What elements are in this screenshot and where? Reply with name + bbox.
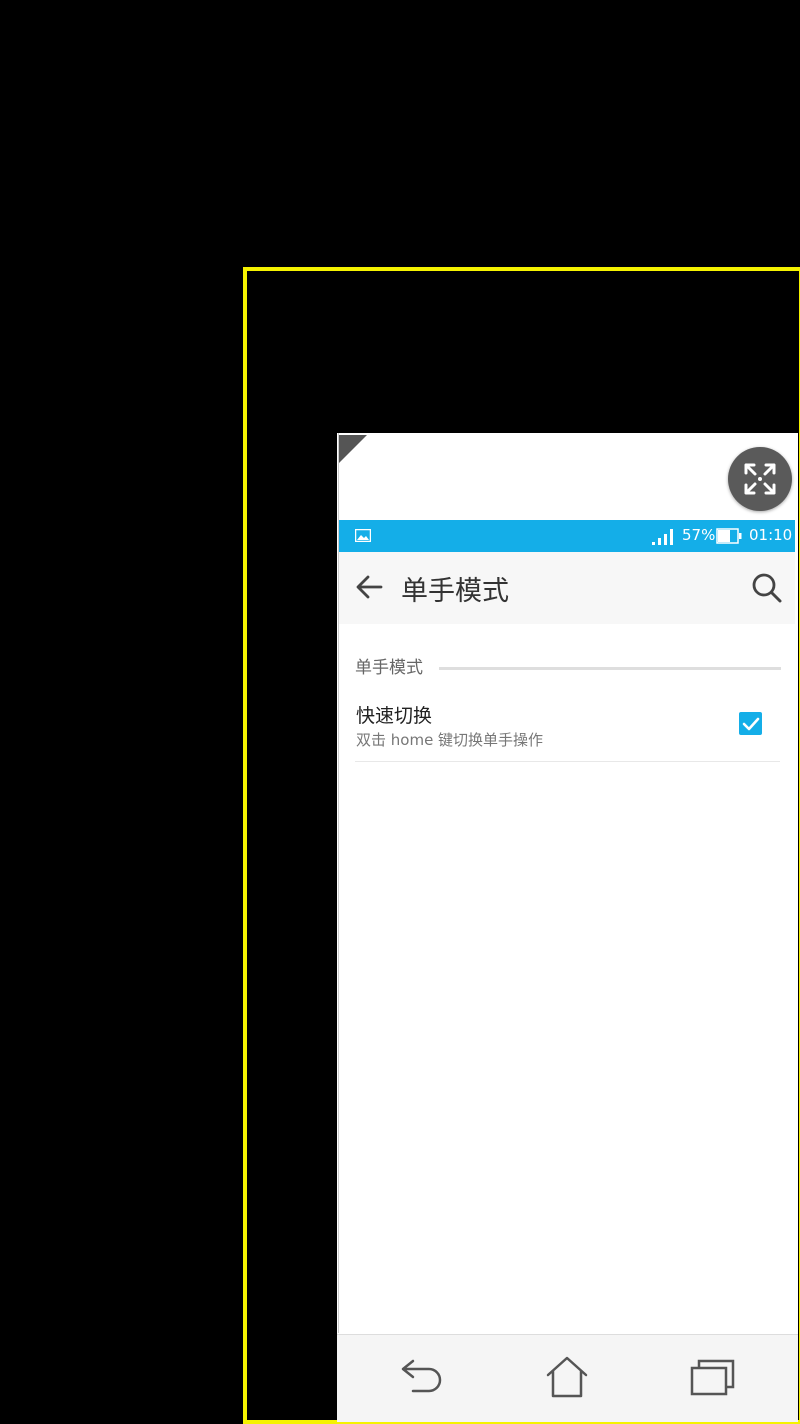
setting-title: 快速切换	[356, 705, 433, 727]
page-title: 单手模式	[401, 576, 509, 607]
clock: 01:10	[749, 526, 793, 544]
section-header: 单手模式	[355, 658, 423, 678]
battery-percentage: 57%	[682, 526, 716, 544]
setting-row-quick-switch[interactable]: 快速切换 双击 home 键切换单手操作	[339, 689, 782, 761]
checkmark-icon	[742, 717, 759, 730]
status-bar: 57% 01:10	[339, 520, 795, 552]
home-icon[interactable]	[544, 1355, 590, 1399]
setting-subtitle: 双击 home 键切换单手操作	[356, 731, 544, 749]
recents-icon[interactable]	[689, 1357, 735, 1397]
signal-icon	[652, 529, 673, 545]
quick-switch-checkbox[interactable]	[739, 712, 762, 735]
expand-button[interactable]	[728, 447, 792, 511]
row-divider	[355, 761, 780, 762]
section-divider	[439, 667, 781, 670]
corner-triangle-icon[interactable]	[339, 435, 367, 463]
back-icon[interactable]	[399, 1355, 445, 1399]
expand-arrows-icon	[744, 463, 776, 495]
image-notification-icon	[355, 529, 371, 542]
app-bar: 单手模式	[339, 552, 795, 624]
battery-icon	[716, 528, 742, 544]
shrunken-screen: 57% 01:10 单手模式 单手模式 快速切换 双击 home 键切换单手操作	[337, 433, 798, 1422]
navigation-bar	[337, 1334, 798, 1422]
back-arrow-icon[interactable]	[355, 574, 383, 600]
search-icon[interactable]	[751, 572, 783, 604]
